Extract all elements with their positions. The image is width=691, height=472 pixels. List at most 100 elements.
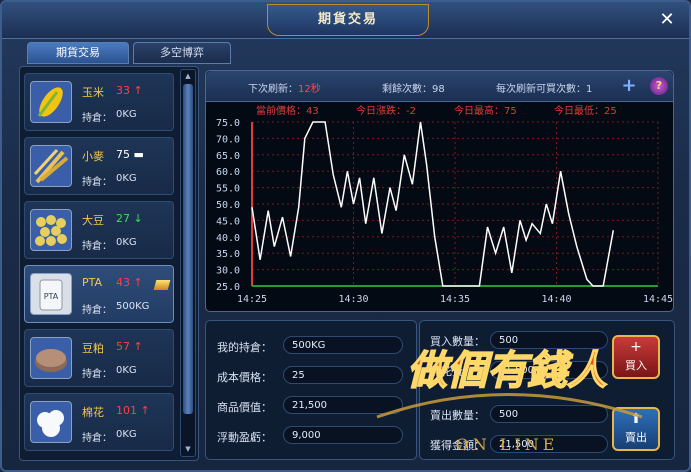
buy-button-label: 買入 xyxy=(625,359,647,372)
buy-times-label: 每次刷新可買次數： xyxy=(496,84,586,95)
buy-quantity-label: 買入數量： xyxy=(430,335,485,348)
cotton-icon xyxy=(30,401,72,443)
floating-pnl-label: 浮動盈虧： xyxy=(217,431,272,444)
hold-label: 持倉： xyxy=(82,369,112,380)
chart-header: 下次刷新：12秒 剩餘次數：98 每次刷新可買次數：1 + ? xyxy=(206,71,673,102)
y-tick-label: 40.0 xyxy=(216,233,240,244)
soymeal-icon xyxy=(30,337,72,379)
plus-icon: + xyxy=(630,339,642,355)
item-name: 豆粕 xyxy=(82,342,104,355)
cost-price-field: 25 xyxy=(283,366,403,384)
tab-long-short-game[interactable]: 多空博弈 xyxy=(133,42,231,64)
price-value: 43 xyxy=(116,276,130,289)
item-price: 27 ↓ xyxy=(116,212,143,225)
list-item-corn[interactable]: 玉米 33 ↑ 持倉： 0KG xyxy=(24,73,174,131)
y-tick-label: 35.0 xyxy=(216,249,240,260)
window-title: 期貨交易 xyxy=(267,4,429,36)
help-icon[interactable]: ? xyxy=(650,77,668,95)
cost-price-label: 成本價格： xyxy=(217,371,272,384)
sell-button[interactable]: ⬆ 賣出 xyxy=(612,407,660,451)
item-name: 小麥 xyxy=(82,150,104,163)
my-hold-label: 我的持倉： xyxy=(217,341,272,354)
x-tick-label: 14:35 xyxy=(440,294,470,305)
price-value: 27 xyxy=(116,212,130,225)
remaining-count: 剩餘次數：98 xyxy=(382,80,445,95)
sell-gain-label: 獲得金額： xyxy=(430,439,485,452)
item-name: 棉花 xyxy=(82,406,104,419)
list-item-pta[interactable]: PTA PTA 43 ↑ 持倉： 500KG xyxy=(24,265,174,323)
buy-button[interactable]: + 買入 xyxy=(612,335,660,379)
y-tick-label: 45.0 xyxy=(216,216,240,227)
commodity-value-field: 21,500 xyxy=(283,396,403,414)
y-tick-label: 60.0 xyxy=(216,167,240,178)
add-icon[interactable]: + xyxy=(620,77,638,95)
x-tick-label: 14:25 xyxy=(237,294,267,305)
list-item-cotton[interactable]: 棉花 101 ↑ 持倉： 0KG xyxy=(24,393,174,451)
tab-futures-trading[interactable]: 期貨交易 xyxy=(27,42,129,64)
chart-stat-low: 今日最低：25 xyxy=(554,104,617,117)
commodity-list-scrollbar[interactable]: ▲ ▼ xyxy=(180,69,196,457)
hold-value: 0KG xyxy=(116,109,137,120)
y-tick-label: 30.0 xyxy=(216,266,240,277)
hold-value: 0KG xyxy=(116,173,137,184)
futures-trading-window: 期貨交易 ✕ 期貨交易 多空博弈 玉米 33 ↑ 持倉： 0KG 小麥 75 ▬… xyxy=(0,0,691,472)
x-tick-label: 14:40 xyxy=(541,294,571,305)
x-tick-label: 14:45 xyxy=(643,294,673,305)
arrow-up-icon: ↑ xyxy=(140,404,150,417)
y-tick-label: 25.0 xyxy=(216,282,240,293)
sell-quantity-label: 賣出數量： xyxy=(430,409,485,422)
remaining-value: 98 xyxy=(432,84,445,95)
price-chart-panel: 下次刷新：12秒 剩餘次數：98 每次刷新可買次數：1 + ? 當前價格：43 今… xyxy=(205,70,674,312)
arrow-up-icon: ↑ xyxy=(133,84,143,97)
price-line-chart: 當前價格：43 今日漲跌：-2 今日最高：75 今日最低：25 75.0 70.0 65.0… xyxy=(216,104,673,305)
buy-times-value: 1 xyxy=(586,84,593,95)
list-item-soymeal[interactable]: 豆粕 57 ↑ 持倉： 0KG xyxy=(24,329,174,387)
price-value: 75 xyxy=(116,148,130,161)
hold-label: 持倉： xyxy=(82,177,112,188)
sell-button-label: 賣出 xyxy=(625,431,647,444)
y-tick-label: 65.0 xyxy=(216,151,240,162)
buy-cost-label: 需花費： xyxy=(430,365,474,378)
chart-stat-change: 今日漲跌：-2 xyxy=(356,104,416,117)
refresh-label: 下次刷新： xyxy=(248,84,298,95)
price-value: 101 xyxy=(116,404,137,417)
remaining-label: 剩餘次數： xyxy=(382,84,432,95)
list-item-wheat[interactable]: 小麥 75 ▬ 持倉： 0KG xyxy=(24,137,174,195)
buy-quantity-input[interactable]: 500 xyxy=(490,331,608,349)
trade-panel: 買入數量： 500 需花費： 21,500 賣出數量： 500 獲得金額： 21… xyxy=(419,320,675,460)
price-value: 57 xyxy=(116,340,130,353)
close-icon[interactable]: ✕ xyxy=(657,10,677,30)
scrollbar-thumb[interactable] xyxy=(183,84,193,414)
hold-label: 持倉： xyxy=(82,113,112,124)
my-hold-field: 500KG xyxy=(283,336,403,354)
buy-times: 每次刷新可買次數：1 xyxy=(496,80,592,95)
item-name: 玉米 xyxy=(82,86,104,99)
sell-gain-field: 21,500 xyxy=(490,435,608,453)
list-item-soybean[interactable]: 大豆 27 ↓ 持倉： 0KG xyxy=(24,201,174,259)
price-value: 33 xyxy=(116,84,130,97)
buy-cost-field: 21,500 xyxy=(490,361,608,379)
flat-trend-icon: ▬ xyxy=(133,148,144,161)
refresh-value: 12秒 xyxy=(298,84,321,95)
commodity-list: 玉米 33 ↑ 持倉： 0KG 小麥 75 ▬ 持倉： 0KG 大豆 27 ↓ … xyxy=(19,66,199,461)
x-tick-label: 14:30 xyxy=(338,294,368,305)
arrow-down-icon: ↓ xyxy=(133,212,143,225)
pta-bag-icon: PTA xyxy=(30,273,72,315)
arrow-up-icon: ↑ xyxy=(133,276,143,289)
item-price: 101 ↑ xyxy=(116,404,150,417)
hold-value: 0KG xyxy=(116,365,137,376)
hold-label: 持倉： xyxy=(82,433,112,444)
holdings-panel: 我的持倉： 500KG 成本價格： 25 商品價值： 21,500 浮動盈虧： … xyxy=(205,320,417,460)
item-name: 大豆 xyxy=(82,214,104,227)
hold-value: 0KG xyxy=(116,237,137,248)
item-price: 33 ↑ xyxy=(116,84,143,97)
scroll-down-icon[interactable]: ▼ xyxy=(181,443,195,455)
sell-quantity-input[interactable]: 500 xyxy=(490,405,608,423)
scroll-up-icon[interactable]: ▲ xyxy=(181,70,195,82)
chart-stat-current: 當前價格：43 xyxy=(256,104,319,117)
hold-label: 持倉： xyxy=(82,241,112,252)
commodity-value-label: 商品價值： xyxy=(217,401,272,414)
hold-label: 持倉： xyxy=(82,305,112,316)
item-name: PTA xyxy=(82,276,103,289)
hold-value: 0KG xyxy=(116,429,137,440)
